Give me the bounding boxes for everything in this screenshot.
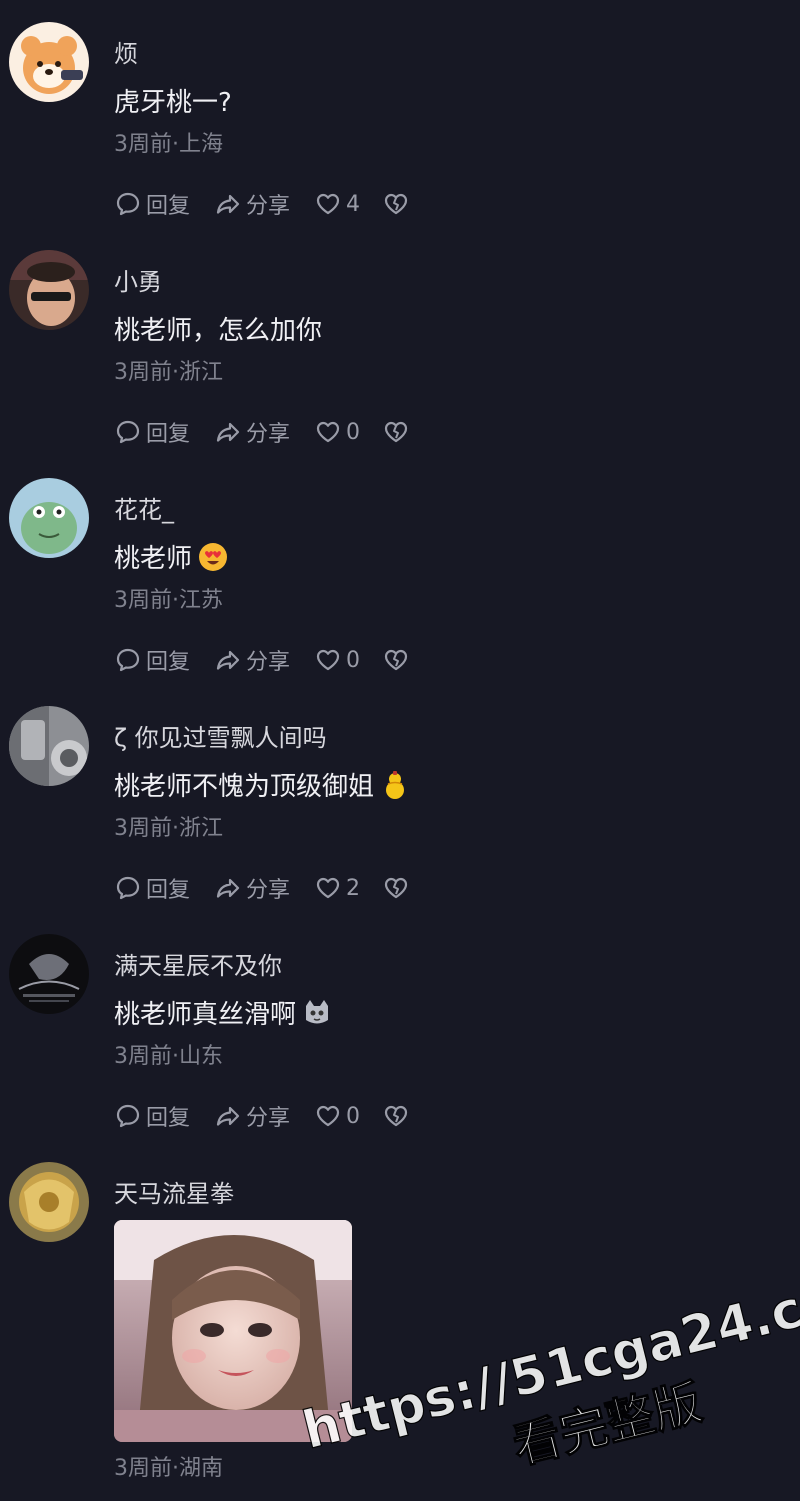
comment-text: 桃老师 [114, 538, 228, 575]
reply-label: 回复 [146, 650, 191, 675]
reply-bubble-icon [116, 1104, 140, 1128]
avatar[interactable] [9, 22, 89, 102]
broken-heart-icon [384, 649, 408, 671]
username[interactable]: 天马流星拳 [114, 1174, 234, 1209]
cat-emoji [306, 1000, 329, 1024]
share-arrow-icon [216, 878, 240, 898]
heart-outline-icon [316, 649, 340, 671]
comment-actions: 回复 分享 0 [114, 1100, 434, 1132]
avatar[interactable] [9, 478, 89, 558]
watermark-url: https://51cga24.com [297, 1271, 800, 1462]
like-button[interactable]: 0 [314, 418, 360, 446]
share-button[interactable]: 分享 [214, 416, 290, 448]
comment-text-content: 桃老师真丝滑啊 [114, 1000, 297, 1030]
dislike-button[interactable] [382, 190, 410, 218]
gourd-emoji [386, 771, 405, 799]
share-label: 分享 [246, 878, 291, 903]
broken-heart-icon [384, 1105, 408, 1127]
reply-bubble-icon [116, 648, 140, 672]
comment-meta: 3周前·浙江 [114, 360, 223, 385]
reply-bubble-icon [116, 420, 140, 444]
broken-heart-icon [384, 421, 408, 443]
share-arrow-icon [216, 194, 240, 214]
like-count: 0 [346, 419, 361, 445]
avatar[interactable] [9, 934, 89, 1014]
share-label: 分享 [246, 1106, 291, 1131]
broken-heart-icon [384, 193, 408, 215]
watermark: https://51cga24.com 看完整版 [280, 1271, 800, 1501]
comment-meta: 3周前·山东 [114, 1044, 223, 1069]
comment-actions: 回复 分享 4 [114, 188, 434, 220]
comment-meta: 3周前·江苏 [114, 588, 223, 613]
avatar[interactable] [9, 250, 89, 330]
comment-text: 桃老师，怎么加你 [114, 316, 323, 346]
username[interactable]: 小勇 [114, 262, 162, 297]
username[interactable]: 花花_ [114, 490, 174, 525]
share-label: 分享 [246, 194, 291, 219]
share-label: 分享 [246, 650, 291, 675]
share-label: 分享 [246, 422, 291, 447]
reply-label: 回复 [146, 194, 191, 219]
dislike-button[interactable] [382, 646, 410, 674]
watermark-caption: 看完整版 [507, 1374, 707, 1475]
share-button[interactable]: 分享 [214, 188, 290, 220]
comment-actions: 回复 分享 0 [114, 416, 434, 448]
reply-label: 回复 [146, 1106, 191, 1131]
like-count: 4 [346, 191, 361, 217]
avatar[interactable] [9, 706, 89, 786]
comment-text-content: 桃老师 [114, 544, 193, 574]
username[interactable]: 烦 [114, 34, 138, 69]
comment-meta: 3周前·浙江 [114, 816, 223, 841]
comment-list: 烦 虎牙桃一? 3周前·上海 回复 分享 4 小勇 桃老师，怎么加你 3周前·浙… [0, 0, 800, 1501]
like-button[interactable]: 0 [314, 1102, 360, 1130]
share-arrow-icon [216, 1106, 240, 1126]
heart-outline-icon [316, 421, 340, 443]
dislike-button[interactable] [382, 418, 410, 446]
heart-outline-icon [316, 193, 340, 215]
comment-actions: 回复 分享 0 [114, 644, 434, 676]
image-reply[interactable] [114, 1220, 352, 1442]
like-button[interactable]: 4 [314, 190, 360, 218]
like-count: 0 [346, 1103, 361, 1129]
dislike-button[interactable] [382, 874, 410, 902]
username[interactable]: ζ 你见过雪飘人间吗 [114, 718, 327, 753]
reply-button[interactable]: 回复 [114, 644, 190, 676]
comment-meta: 3周前·湖南 [114, 1456, 223, 1481]
reply-button[interactable]: 回复 [114, 872, 190, 904]
reply-button[interactable]: 回复 [114, 188, 190, 220]
avatar[interactable] [9, 1162, 89, 1242]
like-button[interactable]: 0 [314, 646, 360, 674]
dislike-button[interactable] [382, 1102, 410, 1130]
share-button[interactable]: 分享 [214, 644, 290, 676]
reply-label: 回复 [146, 422, 191, 447]
reply-button[interactable]: 回复 [114, 1100, 190, 1132]
reply-label: 回复 [146, 878, 191, 903]
comment-text: 桃老师不愧为顶级御姐 [114, 766, 410, 803]
share-button[interactable]: 分享 [214, 872, 290, 904]
heart-outline-icon [316, 877, 340, 899]
like-count: 2 [346, 875, 361, 901]
comment-meta: 3周前·上海 [114, 132, 223, 157]
broken-heart-icon [384, 877, 408, 899]
share-button[interactable]: 分享 [214, 1100, 290, 1132]
share-arrow-icon [216, 422, 240, 442]
comment-text: 虎牙桃一? [114, 88, 232, 118]
reply-button[interactable]: 回复 [114, 416, 190, 448]
like-button[interactable]: 2 [314, 874, 360, 902]
share-arrow-icon [216, 650, 240, 670]
heart-eyes-emoji [199, 543, 228, 571]
comment-text-content: 桃老师不愧为顶级御姐 [114, 772, 375, 802]
like-count: 0 [346, 647, 361, 673]
reply-bubble-icon [116, 876, 140, 900]
reply-bubble-icon [116, 192, 140, 216]
comment-actions: 回复 分享 2 [114, 872, 434, 904]
username[interactable]: 满天星辰不及你 [114, 946, 282, 981]
heart-outline-icon [316, 1105, 340, 1127]
comment-text: 桃老师真丝滑啊 [114, 994, 332, 1031]
